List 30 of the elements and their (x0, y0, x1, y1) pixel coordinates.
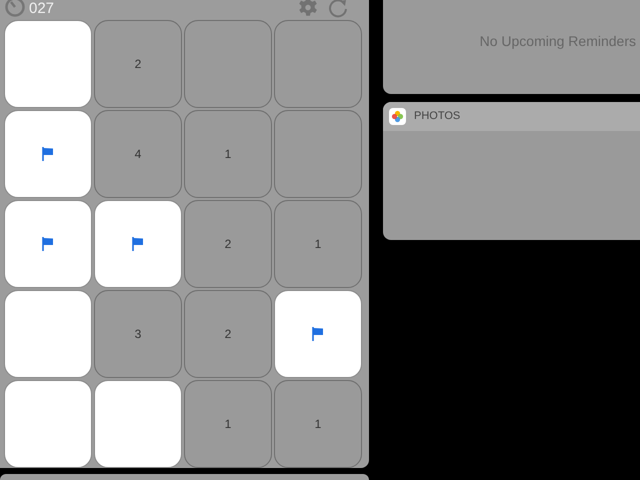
revealed-tile[interactable]: 2 (184, 200, 272, 288)
timer-text: 027 (29, 0, 54, 16)
clock-icon (4, 0, 26, 18)
refresh-icon[interactable] (327, 0, 349, 18)
widget-title: PHOTOS (414, 109, 460, 124)
flag-icon (312, 327, 324, 341)
revealed-tile[interactable]: 1 (274, 380, 362, 468)
flag-icon (42, 237, 54, 251)
covered-tile[interactable] (94, 380, 182, 468)
covered-tile[interactable] (4, 20, 92, 108)
revealed-tile[interactable] (184, 20, 272, 108)
flagged-tile[interactable] (94, 200, 182, 288)
covered-tile[interactable] (4, 380, 92, 468)
flag-icon (42, 147, 54, 161)
flagged-tile[interactable] (4, 110, 92, 198)
revealed-tile[interactable]: 2 (94, 20, 182, 108)
covered-tile[interactable] (4, 290, 92, 378)
revealed-tile[interactable] (274, 110, 362, 198)
revealed-tile[interactable]: 4 (94, 110, 182, 198)
revealed-tile[interactable]: 2 (184, 290, 272, 378)
flagged-tile[interactable] (4, 200, 92, 288)
flagged-tile[interactable] (274, 290, 362, 378)
settings-icon[interactable] (297, 0, 319, 18)
revealed-tile[interactable]: 1 (184, 110, 272, 198)
revealed-tile[interactable]: 1 (184, 380, 272, 468)
app-icon (389, 108, 406, 125)
revealed-tile[interactable]: 1 (274, 200, 362, 288)
revealed-tile[interactable] (274, 20, 362, 108)
flag-icon (132, 237, 144, 251)
revealed-tile[interactable]: 3 (94, 290, 182, 378)
